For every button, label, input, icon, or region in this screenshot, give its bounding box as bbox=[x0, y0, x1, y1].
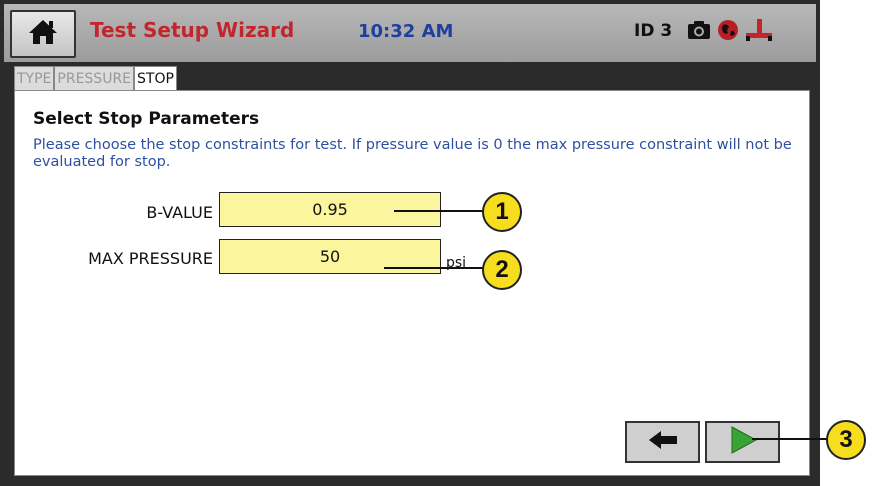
tab-pressure[interactable]: PRESSURE bbox=[54, 66, 135, 90]
callout-line-1 bbox=[394, 210, 486, 212]
back-button[interactable] bbox=[625, 421, 700, 463]
callout-1: 1 bbox=[482, 192, 522, 232]
callout-line-3 bbox=[752, 438, 828, 440]
arrow-left-icon bbox=[648, 430, 678, 454]
tab-type[interactable]: TYPE bbox=[14, 66, 55, 90]
section-description: Please choose the stop constraints for t… bbox=[33, 137, 792, 170]
tab-stop[interactable]: STOP bbox=[134, 66, 177, 90]
callout-line-2 bbox=[384, 267, 486, 269]
globe-icon[interactable] bbox=[717, 19, 739, 45]
stop-parameters-panel: Select Stop Parameters Please choose the… bbox=[14, 90, 810, 476]
device-screen: Test Setup Wizard 10:32 AM ID 3 TYPE PRE… bbox=[0, 0, 820, 486]
section-heading: Select Stop Parameters bbox=[33, 109, 260, 129]
next-button[interactable] bbox=[705, 421, 780, 463]
play-triangle-icon bbox=[728, 425, 758, 459]
device-id: ID 3 bbox=[634, 21, 673, 41]
home-icon bbox=[28, 19, 58, 49]
status-icons bbox=[687, 18, 773, 46]
b-value-label: B-VALUE bbox=[146, 203, 213, 222]
page-title: Test Setup Wizard bbox=[90, 18, 295, 42]
wizard-tabs: TYPE PRESSURE STOP bbox=[14, 66, 177, 90]
header-bar: Test Setup Wizard 10:32 AM ID 3 bbox=[4, 4, 816, 62]
max-pressure-label: MAX PRESSURE bbox=[88, 249, 213, 268]
callout-3: 3 bbox=[826, 420, 866, 460]
clock-display: 10:32 AM bbox=[358, 21, 454, 42]
camera-icon[interactable] bbox=[687, 20, 711, 44]
home-button[interactable] bbox=[10, 10, 76, 58]
network-icon[interactable] bbox=[745, 18, 773, 46]
callout-2: 2 bbox=[482, 250, 522, 290]
